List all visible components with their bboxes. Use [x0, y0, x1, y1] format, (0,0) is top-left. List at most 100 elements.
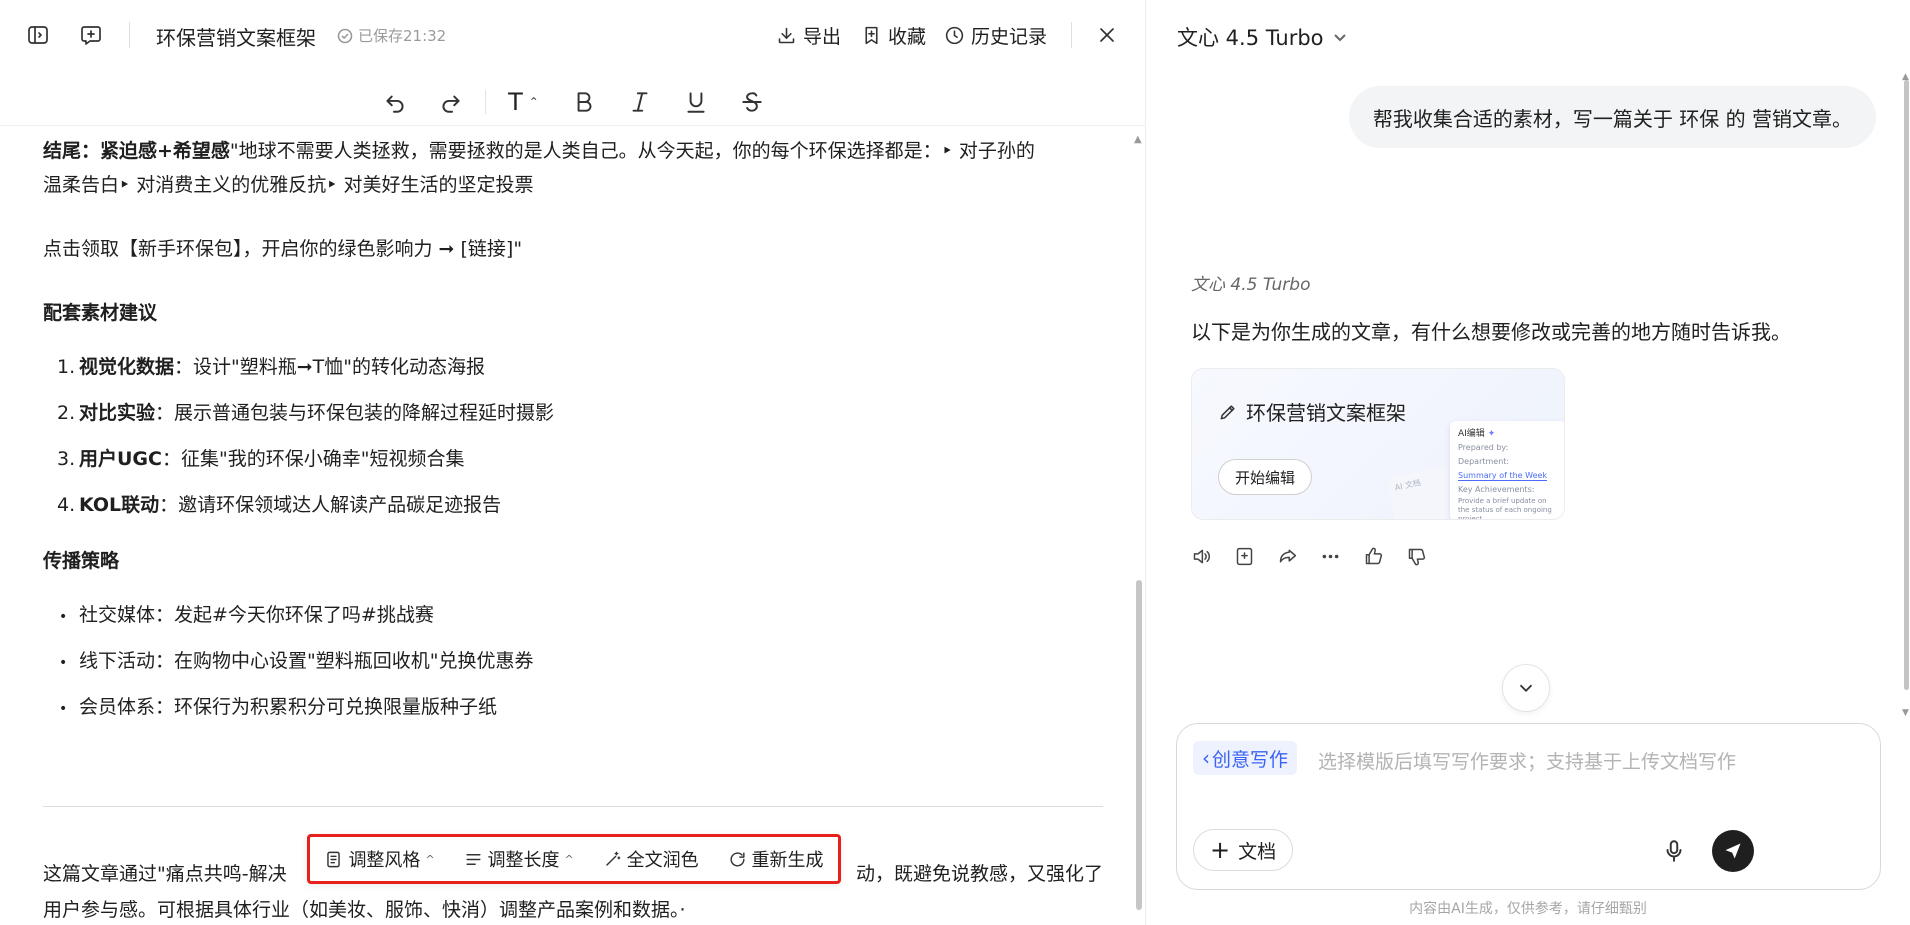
strikethrough-icon[interactable] [724, 82, 780, 122]
user-message: 帮我收集合适的素材，写一篇关于 环保 的 营销文章。 [1348, 86, 1876, 148]
close-icon[interactable] [1090, 18, 1124, 52]
format-divider [484, 89, 486, 114]
list-item: 2. 对比实验：展示普通包装与环保包装的降解过程延时摄影 [57, 402, 555, 424]
saved-status: 已保存21:32 [337, 25, 446, 46]
document-title[interactable]: 环保营销文案框架 [156, 22, 316, 51]
clock-icon [945, 26, 964, 45]
scroll-up-arrow[interactable]: ▲ [1134, 134, 1142, 145]
bookmark-plus-icon [865, 26, 878, 45]
strategy-heading: 传播策略 [43, 550, 120, 572]
chevron-left-icon: ‹ [1202, 746, 1210, 770]
chevron-down-icon [1519, 684, 1533, 693]
toolbar-divider [129, 22, 130, 48]
toggle-sidebar-icon[interactable] [21, 18, 55, 52]
format-toolbar: T ⌃ [0, 78, 1146, 126]
document-content[interactable]: 结尾：紧迫感+希望感"地球不需要人类拯救，需要拯救的是人类自己。从今天起，你的每… [43, 134, 1103, 730]
pencil-icon [1220, 404, 1235, 419]
favorite-button[interactable]: 收藏 [861, 22, 926, 49]
bold-icon[interactable] [556, 82, 612, 122]
polish-button[interactable]: 全文润色 [603, 846, 699, 872]
save-note-icon[interactable] [1234, 546, 1255, 567]
thumbs-down-icon[interactable] [1406, 546, 1427, 567]
plus-icon: + [1210, 836, 1231, 864]
italic-icon[interactable] [612, 82, 668, 122]
chat-input-box[interactable]: ‹ 创意写作 选择模版后填写写作要求；支持基于上传文档写作 + 文档 [1176, 723, 1881, 890]
message-actions [1191, 546, 1427, 567]
chat-input-placeholder[interactable]: 选择模版后填写写作要求；支持基于上传文档写作 [1318, 747, 1736, 774]
document-card-title: 环保营销文案框架 [1218, 397, 1406, 426]
ending-line2: 温柔告白‣ 对消费主义的优雅反抗‣ 对美好生活的坚定投票 [43, 174, 534, 196]
editor-scrollbar[interactable] [1136, 580, 1142, 910]
ai-disclaimer: 内容由AI生成，仅供参考，请仔细甄别 [1409, 901, 1647, 917]
download-icon [778, 27, 795, 44]
favorite-label: 收藏 [888, 26, 927, 48]
list-item: 3. 用户UGC：征集"我的环保小确幸"短视频合集 [57, 448, 465, 470]
list-item: • 会员体系：环保行为积累积分可兑换限量版种子纸 [59, 696, 498, 718]
speaker-icon[interactable] [1191, 546, 1212, 567]
list-item: 4. KOL联动：邀请环保领域达人解读产品碳足迹报告 [57, 494, 502, 516]
ending-line1: "地球不需要人类拯救，需要拯救的是人类自己。从今天起，你的每个环保选择都是：‣ … [229, 140, 1035, 162]
adjust-style-button[interactable]: 调整风格 ^ [324, 846, 435, 872]
ai-message: 以下是为你生成的文章，有什么想要修改或完善的地方随时告诉我。 [1191, 320, 1791, 344]
refresh-icon [730, 851, 745, 866]
sparkle-icon: ✦ [1487, 429, 1496, 439]
check-circle-icon [337, 28, 353, 43]
share-icon[interactable] [1277, 546, 1298, 567]
send-button[interactable] [1712, 830, 1754, 872]
model-name: 文心 4.5 Turbo [1177, 26, 1324, 50]
text-style-label: T [508, 87, 523, 116]
more-icon[interactable] [1320, 546, 1341, 567]
editor-pane: 环保营销文案框架 已保存21:32 导出 收藏 历史记录 T ⌃ 结尾：紧迫感+… [0, 0, 1146, 925]
chevron-up-icon: ^ [425, 852, 435, 866]
chevron-up-icon: ^ [564, 852, 574, 866]
chat-pane: 文心 4.5 Turbo 帮我收集合适的素材，写一篇关于 环保 的 营销文章。 … [1146, 0, 1910, 925]
regenerate-button[interactable]: 重新生成 [728, 846, 824, 872]
list-item: 1. 视觉化数据：设计"塑料瓶➞T恤"的转化动态海报 [57, 356, 486, 378]
editor-topbar: 环保营销文案框架 已保存21:32 导出 收藏 历史记录 [0, 0, 1146, 70]
summary-line1-start: 这篇文章通过"痛点共鸣-解决 [43, 863, 287, 885]
divider-line [43, 806, 1103, 807]
summary-line1-end: 动，既避免说教感，又强化了 [855, 863, 1103, 885]
creative-writing-chip[interactable]: ‹ 创意写作 [1193, 741, 1298, 775]
adjust-length-button[interactable]: 调整长度 ^ [464, 846, 574, 872]
style-icon [327, 851, 341, 867]
document-card[interactable]: 环保营销文案框架 AI 文档 AI编辑 ✦ Prepared by: Depar… [1191, 368, 1565, 520]
toolbar-divider [1071, 22, 1072, 48]
microphone-icon[interactable] [1661, 838, 1687, 864]
cta-paragraph: 点击领取【新手环保包】，开启你的绿色影响力 ➞ [链接]" [43, 238, 523, 260]
list-item: • 线下活动：在购物中心设置"塑料瓶回收机"兑换优惠券 [59, 650, 534, 672]
text-style-dropdown[interactable]: T ⌃ [492, 82, 556, 122]
export-label: 导出 [803, 26, 842, 48]
model-selector[interactable]: 文心 4.5 Turbo [1177, 22, 1348, 52]
new-chat-icon[interactable] [74, 18, 108, 52]
start-editing-button[interactable]: 开始编辑 [1218, 459, 1313, 495]
saved-status-text: 已保存21:32 [358, 27, 447, 45]
history-button[interactable]: 历史记录 [944, 22, 1047, 49]
strategy-list: • 社交媒体：发起#今天你环保了吗#挑战赛 • 线下活动：在购物中心设置"塑料瓶回收… [43, 592, 1103, 730]
ending-paragraph: 结尾：紧迫感+希望感"地球不需要人类拯救，需要拯救的是人类自己。从今天起，你的每… [43, 134, 1103, 168]
chevron-up-icon: ⌃ [528, 94, 539, 109]
chevron-down-icon [1333, 34, 1346, 42]
materials-heading: 配套素材建议 [43, 302, 158, 324]
list-item: • 社交媒体：发起#今天你环保了吗#挑战赛 [59, 604, 434, 626]
thumbs-up-icon[interactable] [1363, 546, 1384, 567]
document-preview-thumbnail: AI编辑 ✦ Prepared by: Department: Summary … [1450, 421, 1564, 519]
summary-line2: 用户参与感。可根据具体行业（如美妆、服饰、快消）调整产品案例和数据。· [43, 899, 686, 921]
ai-assistant-name: 文心 4.5 Turbo [1191, 275, 1311, 295]
chat-scrollbar[interactable] [1904, 80, 1909, 690]
upload-document-button[interactable]: + 文档 [1193, 829, 1294, 871]
length-icon [466, 853, 481, 865]
redo-icon[interactable] [423, 82, 479, 122]
app-window: 环保营销文案框架 已保存21:32 导出 收藏 历史记录 T ⌃ 结尾：紧迫感+… [0, 0, 1910, 925]
scroll-to-bottom-button[interactable] [1502, 664, 1550, 712]
history-label: 历史记录 [971, 26, 1048, 48]
underline-icon[interactable] [668, 82, 724, 122]
undo-icon[interactable] [367, 82, 423, 122]
send-icon [1725, 843, 1741, 859]
magic-wand-icon [605, 851, 620, 866]
ai-edit-floating-toolbar: 调整风格 ^ 调整长度 ^ 全文润色 重新生成 [307, 834, 841, 884]
scroll-down-arrow[interactable]: ▼ [1902, 708, 1909, 718]
materials-list: 1. 视觉化数据：设计"塑料瓶➞T恤"的转化动态海报 2. 对比实验：展示普通包装与… [43, 344, 1103, 528]
export-button[interactable]: 导出 [776, 22, 841, 49]
ending-label: 结尾：紧迫感+希望感 [43, 140, 230, 162]
